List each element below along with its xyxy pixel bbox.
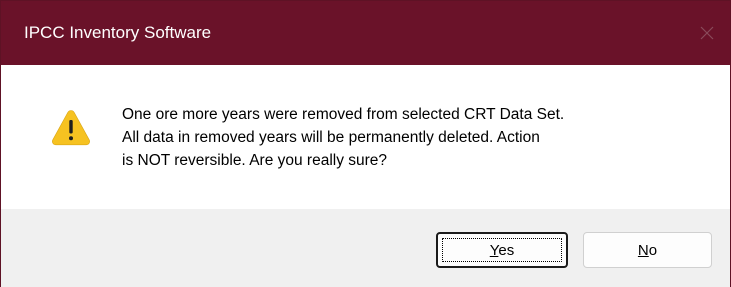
warning-triangle-icon xyxy=(52,110,90,146)
message-line: All data in removed years will be perman… xyxy=(122,129,540,146)
message-line: One ore more years were removed from sel… xyxy=(122,106,565,123)
no-button[interactable]: No xyxy=(583,232,712,268)
focus-indicator xyxy=(442,238,562,262)
close-button[interactable] xyxy=(684,1,730,65)
title-bar: IPCC Inventory Software xyxy=(1,1,730,65)
no-button-label: No xyxy=(637,241,658,259)
dialog-message: One ore more years were removed from sel… xyxy=(122,103,702,172)
button-bar: Yes No xyxy=(1,209,730,287)
message-line: is NOT reversible. Are you really sure? xyxy=(122,152,388,169)
dialog-content: One ore more years were removed from sel… xyxy=(1,65,730,209)
window-title: IPCC Inventory Software xyxy=(24,23,212,42)
yes-button[interactable]: Yes xyxy=(436,232,568,268)
message-dialog: IPCC Inventory Software One ore more yea… xyxy=(0,0,731,287)
close-icon xyxy=(700,26,714,40)
